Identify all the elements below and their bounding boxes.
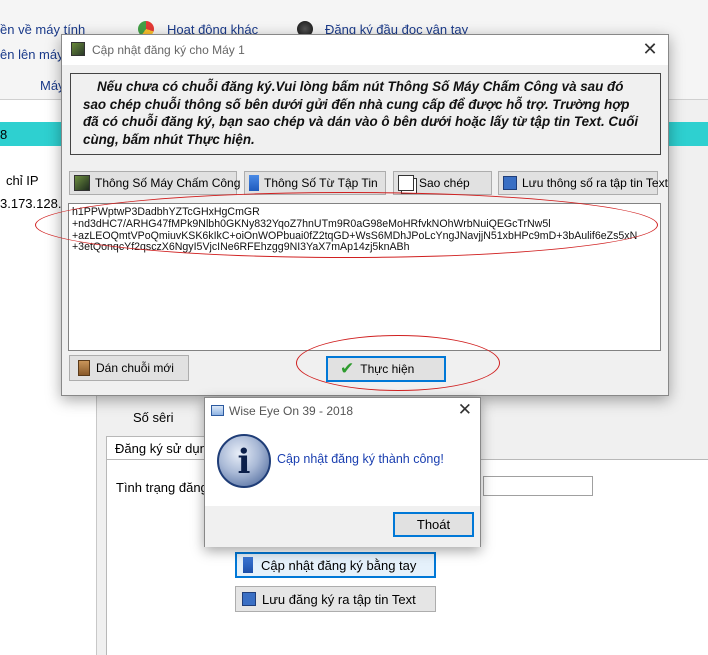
- manual-update-button[interactable]: Cập nhật đăng ký bằng tay: [235, 552, 436, 578]
- document-icon: [243, 557, 253, 573]
- machine-params-button[interactable]: Thông Số Máy Chấm Công: [69, 171, 241, 195]
- message-titlebar[interactable]: Wise Eye On 39 - 2018 ✕: [205, 398, 480, 424]
- status-field[interactable]: [483, 476, 593, 496]
- save-registration-button[interactable]: Lưu đăng ký ra tập tin Text: [235, 586, 436, 612]
- message-text: Cập nhật đăng ký thành công!: [277, 452, 444, 466]
- info-icon: i: [217, 434, 271, 488]
- dialog-title: Cập nhật đăng ký cho Máy 1: [92, 43, 245, 57]
- copy-icon: [398, 175, 414, 191]
- floppy-disk-icon: [242, 592, 256, 606]
- update-registration-dialog: Cập nhật đăng ký cho Máy 1 ✕ Nếu chưa có…: [35, 34, 669, 396]
- registration-line: +nd3dHC7/ARHG47fMPk9Nlbh0GKNy832YqoZ7hnU…: [72, 217, 551, 230]
- registration-line: +3etQonqcYf2qsczX6NgyI5VjcINe6RFEhzgg9NI…: [72, 241, 410, 254]
- message-footer: Thoát: [205, 506, 480, 547]
- save-icon: [503, 176, 517, 190]
- menu-item-upload[interactable]: ên lên máy: [0, 47, 64, 62]
- paste-icon: [78, 360, 90, 376]
- close-icon[interactable]: ✕: [458, 400, 472, 420]
- save-registration-label: Lưu đăng ký ra tập tin Text: [262, 591, 416, 607]
- column-ip-label: chỉ IP: [6, 173, 39, 188]
- app-icon: [71, 42, 85, 56]
- close-icon[interactable]: ✕: [640, 39, 660, 60]
- window-icon: [211, 405, 224, 416]
- save-params-button[interactable]: Lưu thông số ra tập tin Text: [498, 171, 668, 195]
- instruction-text: Nếu chưa có chuỗi đăng ký.Vui lòng bấm n…: [83, 79, 639, 147]
- save-params-label: Lưu thông số ra tập tin Text: [522, 176, 668, 190]
- machine-params-label: Thông Số Máy Chấm Công: [95, 176, 241, 190]
- params-from-file-label: Thông Số Từ Tập Tin: [264, 176, 378, 190]
- serial-label: Số sêri: [133, 410, 174, 425]
- manual-update-label: Cập nhật đăng ký bằng tay: [261, 557, 417, 573]
- paste-new-label: Dán chuỗi mới: [96, 361, 174, 375]
- ip-address-value[interactable]: 3.173.128.8: [0, 196, 69, 211]
- execute-button[interactable]: ✔ Thực hiện: [326, 356, 446, 382]
- message-title: Wise Eye On 39 - 2018: [229, 404, 354, 418]
- paste-new-button[interactable]: Dán chuỗi mới: [69, 355, 189, 381]
- success-message-box: Wise Eye On 39 - 2018 ✕ i Cập nhật đăng …: [204, 397, 481, 547]
- instruction-box: Nếu chưa có chuỗi đăng ký.Vui lòng bấm n…: [70, 73, 661, 155]
- exit-button[interactable]: Thoát: [393, 512, 474, 537]
- copy-button[interactable]: Sao chép: [393, 171, 492, 195]
- copy-label: Sao chép: [419, 176, 470, 190]
- file-icon: [249, 175, 259, 191]
- execute-label: Thực hiện: [360, 362, 415, 376]
- checkmark-icon: ✔: [340, 359, 355, 378]
- device-icon: [74, 175, 90, 191]
- list-header-number-label: 8: [0, 127, 8, 142]
- registration-string-textarea[interactable]: h1PPWptwP3DadbhYZTcGHxHgCmGR +nd3dHC7/AR…: [68, 203, 661, 351]
- params-from-file-button[interactable]: Thông Số Từ Tập Tin: [244, 171, 386, 195]
- dialog-titlebar[interactable]: Cập nhật đăng ký cho Máy 1 ✕: [62, 35, 668, 65]
- status-label: Tình trạng đăng: [116, 480, 208, 495]
- message-body: i Cập nhật đăng ký thành công!: [205, 424, 480, 506]
